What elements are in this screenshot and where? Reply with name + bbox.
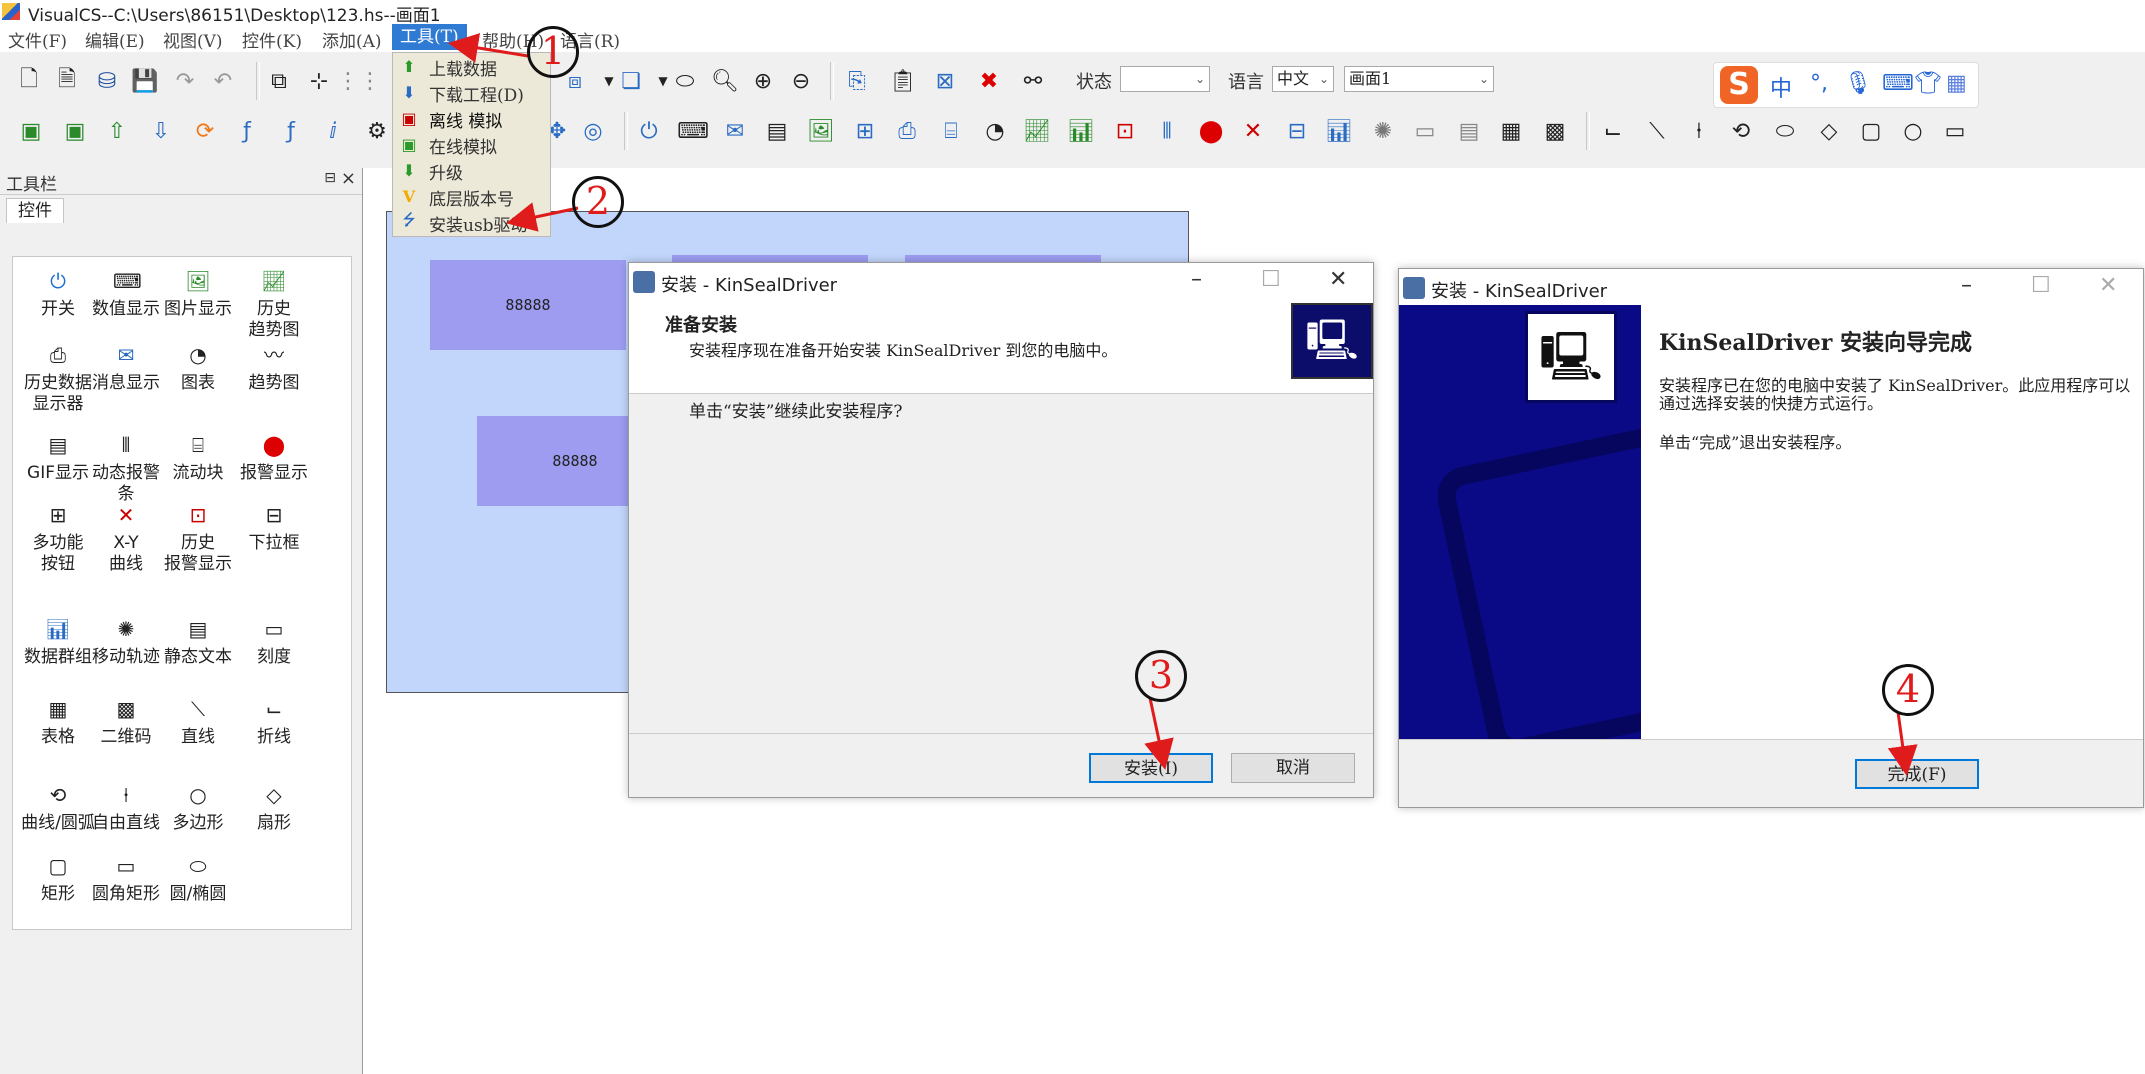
annotation-4: 4 xyxy=(1882,664,1934,716)
arrow-2 xyxy=(506,202,579,232)
arrow-3 xyxy=(1144,697,1174,770)
annotation-1: 1 xyxy=(527,26,579,78)
annotation-2: 2 xyxy=(572,176,624,228)
arrow-1 xyxy=(448,33,529,63)
annotation-3: 3 xyxy=(1135,650,1187,702)
arrow-4 xyxy=(1887,711,1918,776)
annotation-arrows xyxy=(448,33,1918,776)
